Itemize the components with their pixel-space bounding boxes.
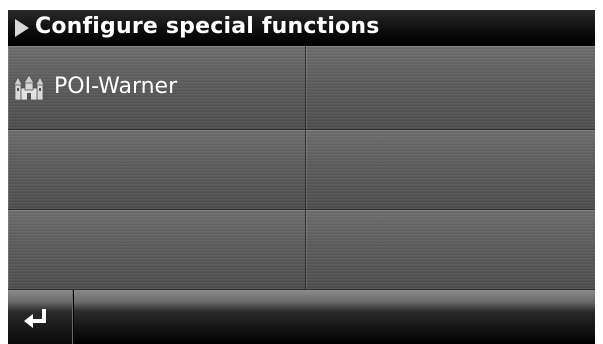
return-arrow-icon xyxy=(24,309,46,328)
grid-item-label: POI-Warner xyxy=(54,74,178,99)
back-button[interactable] xyxy=(8,290,73,344)
castle-icon xyxy=(13,74,45,101)
title-bar: Configure special functions xyxy=(8,10,595,46)
page-title: Configure special functions xyxy=(35,14,380,39)
play-arrow-icon xyxy=(15,19,29,37)
grid-item-empty xyxy=(8,210,306,290)
grid-item-empty xyxy=(306,46,595,130)
app-screen: Configure special functions POI-Warner xyxy=(8,10,595,344)
bottom-bar-fill xyxy=(74,290,595,344)
grid-item-empty xyxy=(8,130,306,210)
bottom-bar xyxy=(8,290,595,344)
grid-item-empty xyxy=(306,210,595,290)
functions-grid: POI-Warner xyxy=(8,46,595,290)
grid-item-poi-warner[interactable]: POI-Warner xyxy=(8,46,306,130)
grid-item-empty xyxy=(306,130,595,210)
